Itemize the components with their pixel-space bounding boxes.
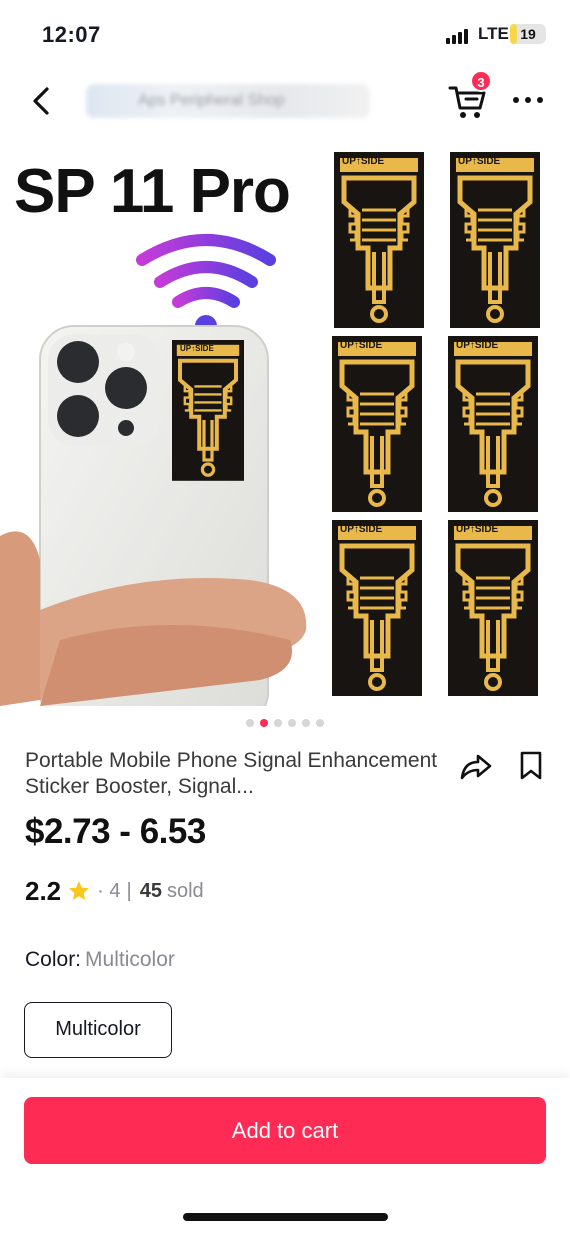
network-type: LTE [478, 24, 509, 43]
variant-label: Color: [25, 948, 82, 971]
battery-icon: 19 [510, 24, 546, 44]
share-button[interactable] [458, 748, 494, 784]
carousel-dot[interactable] [260, 718, 268, 727]
sticker-label: UP↑SIDE [340, 524, 383, 535]
rating-value: 2.2 [25, 875, 62, 906]
product-title: Portable Mobile Phone Signal Enhancement… [25, 749, 438, 798]
carousel-dot[interactable] [246, 718, 254, 727]
star-icon [69, 881, 90, 900]
share-icon [460, 754, 492, 780]
back-button[interactable] [26, 84, 58, 118]
sticker-label: UP↑SIDE [342, 156, 385, 167]
signal-icon [446, 28, 468, 44]
carousel-dot[interactable] [302, 718, 310, 727]
product-image[interactable]: SP 11 Pro UP↑SIDE UP↑SIDE UP↑SIDE UP↑SID… [0, 140, 570, 706]
variant-selected-value: Multicolor [85, 948, 175, 971]
carousel-dot[interactable] [316, 718, 324, 727]
price-range: $2.73 - 6.53 [25, 812, 206, 851]
sticker-label: UP↑SIDE [456, 524, 499, 535]
sticker-label: UP↑SIDE [340, 340, 383, 351]
review-count: · 4 [97, 879, 121, 902]
carousel-dot[interactable] [288, 718, 296, 727]
product-photo [0, 140, 570, 706]
carousel-dots[interactable] [0, 714, 570, 727]
add-to-cart-button[interactable]: Add to cart [24, 1097, 546, 1164]
variant-option-multicolor[interactable]: Multicolor [24, 1002, 172, 1058]
rating-row[interactable]: 2.2 · 4 | 45 sold [25, 874, 204, 908]
sticker-label: UP↑SIDE [456, 340, 499, 351]
status-bar: 12:07 LTE 19 [0, 0, 570, 70]
sticker-label: UP↑SIDE [180, 344, 214, 353]
save-button[interactable] [516, 748, 546, 784]
home-indicator[interactable] [183, 1213, 388, 1221]
status-time: 12:07 [42, 22, 101, 47]
bookmark-icon [520, 751, 542, 780]
cart-count-badge: 3 [470, 70, 492, 92]
shop-name[interactable]: Aps Peripheral Shop [86, 84, 370, 118]
rating-separator: | [126, 879, 132, 902]
more-button[interactable] [508, 88, 548, 112]
sticker-label: UP↑SIDE [458, 156, 501, 167]
carousel-dot[interactable] [274, 718, 282, 727]
variant-selection: Color: Multicolor [25, 948, 175, 972]
more-horizontal-icon [513, 97, 543, 103]
battery-level: 19 [520, 26, 536, 42]
top-nav: Aps Peripheral Shop 3 [0, 70, 570, 136]
chevron-left-icon [33, 87, 49, 115]
sold-label: sold [166, 879, 204, 902]
sold-count: 45 [139, 879, 162, 902]
